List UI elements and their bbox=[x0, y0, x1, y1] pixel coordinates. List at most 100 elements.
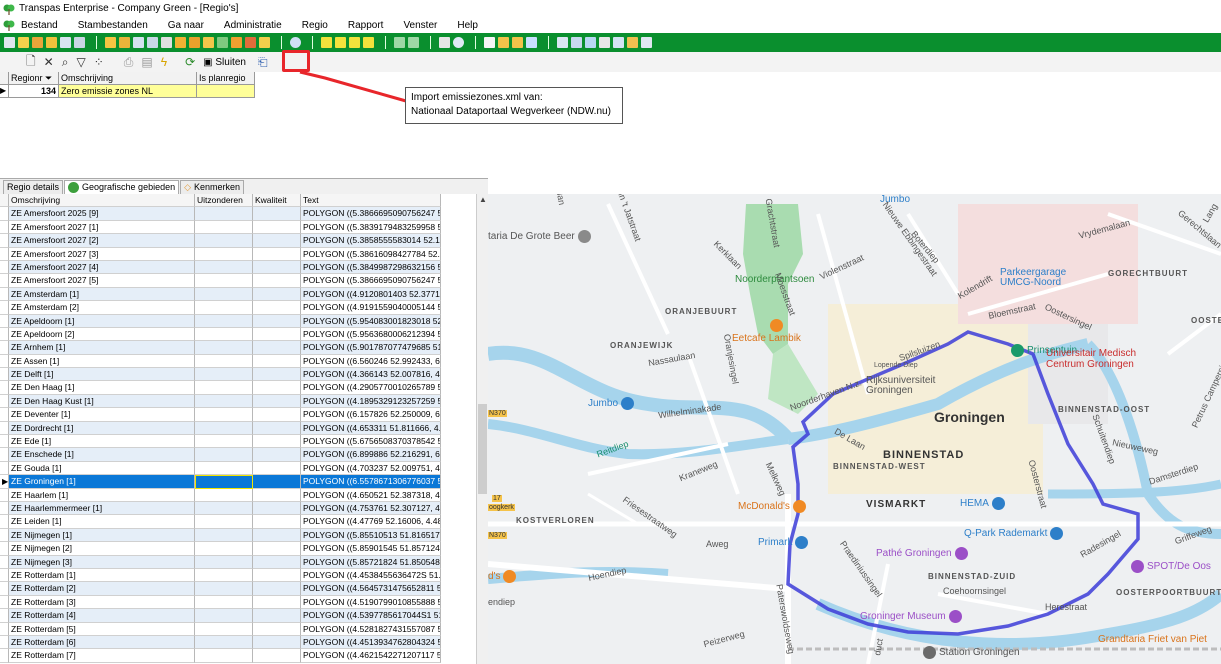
cell-omschrijving[interactable]: ZE Haarlem [1] bbox=[9, 488, 195, 502]
cell-uitzonderen[interactable] bbox=[195, 260, 253, 275]
cell-omschrijving[interactable]: ZE Ede [1] bbox=[9, 435, 195, 449]
menu-administratie[interactable]: Administratie bbox=[224, 20, 282, 31]
toolbar-truck-4-icon[interactable] bbox=[363, 37, 374, 48]
toolbar-people-icon[interactable] bbox=[46, 37, 57, 48]
poi-spot[interactable]: SPOT/De Oos bbox=[1128, 560, 1211, 573]
cell-kwaliteit[interactable] bbox=[253, 488, 301, 502]
toolbar-trailer-1-icon[interactable] bbox=[394, 37, 405, 48]
cell-omschrijving[interactable]: ZE Delft [1] bbox=[9, 368, 195, 382]
cell-omschrijving[interactable]: ZE Dordrecht [1] bbox=[9, 421, 195, 436]
cell-text[interactable]: POLYGON ((4.9191559040005144 52 bbox=[301, 301, 441, 315]
cell-text[interactable]: POLYGON ((6.157826 52.250009, 6.1 bbox=[301, 408, 441, 422]
cell-uitzonderen[interactable] bbox=[195, 568, 253, 583]
filter-icon[interactable]: ▽ bbox=[76, 55, 85, 69]
toolbar-box-icon[interactable] bbox=[175, 37, 186, 48]
import-xml-icon[interactable]: ⎗ bbox=[258, 55, 268, 70]
cell-uitzonderen[interactable] bbox=[195, 542, 253, 556]
column-filter-icon[interactable]: ⏷ bbox=[45, 73, 52, 83]
cell-text[interactable]: POLYGON ((6.560246 52.992433, 6.5 bbox=[301, 354, 441, 369]
toolbar-monitor-icon[interactable] bbox=[571, 37, 582, 48]
toolbar-grid-icon[interactable] bbox=[74, 37, 85, 48]
preview-icon[interactable]: ▤ bbox=[141, 55, 152, 69]
cell-omschrijving[interactable]: ZE Nijmegen [1] bbox=[9, 528, 195, 543]
cell-kwaliteit[interactable] bbox=[253, 421, 301, 436]
header-text[interactable]: Text bbox=[301, 194, 441, 208]
cell-uitzonderen[interactable] bbox=[195, 649, 253, 663]
cell-uitzonderen[interactable] bbox=[195, 287, 253, 302]
cell-omschrijving[interactable]: ZE Amsterdam [2] bbox=[9, 301, 195, 315]
toolbar-truck-3-icon[interactable] bbox=[349, 37, 360, 48]
print-icon[interactable]: ⎙ bbox=[124, 55, 134, 70]
table-row[interactable]: ZE Amsterdam [2] POLYGON ((4.919155904000… bbox=[0, 301, 476, 315]
cell-text[interactable]: POLYGON ((4.2905770010265789 52 bbox=[301, 381, 441, 395]
cell-text[interactable]: POLYGON ((5.6756508370378542 52 bbox=[301, 435, 441, 449]
cell-text[interactable]: POLYGON ((4.9120801403 52.377183 bbox=[301, 287, 441, 302]
poi-groninger-museum[interactable]: Groninger Museum bbox=[860, 610, 965, 623]
cell-text[interactable]: POLYGON ((4.753761 52.307127, 4.7 bbox=[301, 501, 441, 516]
scrollbar-thumb[interactable] bbox=[478, 404, 487, 494]
cell-uitzonderen[interactable] bbox=[195, 595, 253, 610]
cell-uitzonderen[interactable] bbox=[195, 247, 253, 261]
toolbar-clipboard-icon[interactable] bbox=[105, 37, 116, 48]
cell-text[interactable]: POLYGON ((5.3849987298632156 52 bbox=[301, 260, 441, 275]
cell-omschrijving[interactable]: ZE Nijmegen [3] bbox=[9, 555, 195, 569]
toolbar-network-icon[interactable] bbox=[613, 37, 624, 48]
cell-omschrijving[interactable]: ZE Amsterdam [1] bbox=[9, 287, 195, 302]
table-row[interactable]: ZE Amersfoort 2027 [2] POLYGON ((5.385855… bbox=[0, 234, 476, 248]
map-view[interactable]: Groningen BINNENSTAD BINNENSTAD-WEST BIN… bbox=[488, 194, 1221, 664]
cell-kwaliteit[interactable] bbox=[253, 207, 301, 221]
table-row[interactable]: ZE Haarlemmermeer [1] POLYGON ((4.753761 … bbox=[0, 501, 476, 516]
poi-vismarkt[interactable]: VISMARKT bbox=[866, 499, 926, 510]
toolbar-orders-icon[interactable] bbox=[4, 37, 15, 48]
poi-pathe[interactable]: Pathé Groningen bbox=[876, 547, 971, 560]
table-row[interactable]: ZE Amersfoort 2027 [5] POLYGON ((5.386669… bbox=[0, 274, 476, 288]
cell-kwaliteit[interactable] bbox=[253, 327, 301, 342]
cell-uitzonderen[interactable] bbox=[195, 327, 253, 342]
header-is-planregio[interactable]: Is planregio bbox=[197, 72, 255, 85]
table-row[interactable]: ZE Rotterdam [6] POLYGON ((4.451393476280… bbox=[0, 635, 476, 650]
cell-omschrijving[interactable]: ZE Haarlemmermeer [1] bbox=[9, 501, 195, 516]
cell-kwaliteit[interactable] bbox=[253, 234, 301, 248]
cell-kwaliteit[interactable] bbox=[253, 515, 301, 529]
toolbar-home-icon[interactable] bbox=[599, 37, 610, 48]
toolbar-cart-icon[interactable] bbox=[484, 37, 495, 48]
toolbar-truck-1-icon[interactable] bbox=[321, 37, 332, 48]
poi-umcg[interactable]: Universitair Medisch Centrum Groningen bbox=[1046, 348, 1166, 370]
binoculars-icon[interactable]: ⌕ bbox=[62, 55, 69, 70]
cell-text[interactable]: POLYGON ((4.703237 52.009751, 4.7 bbox=[301, 461, 441, 476]
tab-kenmerken[interactable]: ◇ Kenmerken bbox=[180, 180, 245, 194]
cell-text[interactable]: POLYGON ((4.5190799010855888 51.8 bbox=[301, 595, 441, 610]
toolbar-list-icon[interactable] bbox=[161, 37, 172, 48]
menu-ga-naar[interactable]: Ga naar bbox=[168, 20, 204, 31]
table-row[interactable]: ZE Rotterdam [1] POLYGON ((4.453845563647… bbox=[0, 568, 476, 583]
poi-q-park[interactable]: Q-Park Rademarkt bbox=[964, 527, 1066, 540]
menu-rapport[interactable]: Rapport bbox=[348, 20, 384, 31]
poi-parkeergarage[interactable]: Parkeergarage UMCG-Noord bbox=[1000, 268, 1080, 288]
cell-kwaliteit[interactable] bbox=[253, 394, 301, 409]
table-row[interactable]: ZE Amsterdam [1] POLYGON ((4.9120801403 5… bbox=[0, 287, 476, 302]
poi-primark[interactable]: Primark bbox=[758, 536, 811, 549]
cell-text[interactable]: POLYGON ((4.5397785617044S1 51.8 bbox=[301, 609, 441, 623]
cell-omschrijving[interactable]: ZE Rotterdam [2] bbox=[9, 582, 195, 596]
cell-omschrijving[interactable]: ZE Leiden [1] bbox=[9, 515, 195, 529]
cell-uitzonderen[interactable] bbox=[195, 301, 253, 315]
cell-kwaliteit[interactable] bbox=[253, 542, 301, 556]
poi-eetcafe-lambik[interactable]: Eetcafe Lambik bbox=[732, 319, 801, 344]
cell-omschrijving[interactable]: ZE Amersfoort 2027 [2] bbox=[9, 234, 195, 248]
cell-text[interactable]: POLYGON ((5.9563680006212394 52 bbox=[301, 327, 441, 342]
cell-omschrijving[interactable]: ZE Amersfoort 2025 [9] bbox=[9, 207, 195, 221]
cell-text[interactable]: POLYGON ((6.5578671306776037 53 bbox=[301, 475, 441, 489]
cell-text[interactable]: POLYGON ((4.5281827431557087 51 bbox=[301, 622, 441, 636]
cell-kwaliteit[interactable] bbox=[253, 649, 301, 663]
cell-uitzonderen[interactable] bbox=[195, 341, 253, 355]
cell-omschrijving[interactable]: ZE Rotterdam [3] bbox=[9, 595, 195, 610]
cell-omschrijving[interactable]: ZE Amersfoort 2027 [5] bbox=[9, 274, 195, 288]
cell-text[interactable]: POLYGON ((5.3839179483259958 52 bbox=[301, 220, 441, 235]
cell-kwaliteit[interactable] bbox=[253, 287, 301, 302]
cell-kwaliteit[interactable] bbox=[253, 314, 301, 328]
toolbar-route-icon[interactable] bbox=[32, 37, 43, 48]
cell-kwaliteit[interactable] bbox=[253, 354, 301, 369]
table-row[interactable]: ZE Amersfoort 2027 [1] POLYGON ((5.383917… bbox=[0, 220, 476, 235]
poi-grote-beer[interactable]: taria De Grote Beer bbox=[488, 230, 594, 243]
cell-omschrijving[interactable]: ZE Rotterdam [1] bbox=[9, 568, 195, 583]
